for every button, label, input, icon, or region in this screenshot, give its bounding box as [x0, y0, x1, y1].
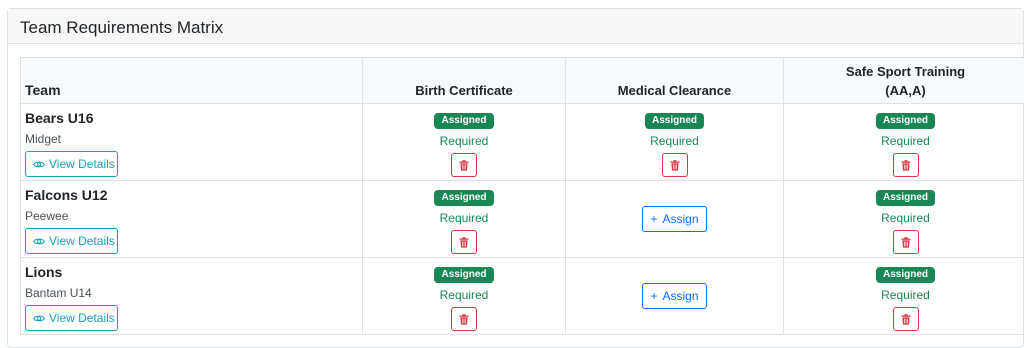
trash-icon [459, 314, 469, 325]
eye-icon [33, 237, 45, 246]
view-details-button[interactable]: View Details [25, 228, 118, 254]
requirements-card: Team Requirements Matrix Team Birth Cert… [7, 8, 1024, 348]
assigned-badge: Assigned [876, 267, 935, 283]
eye-icon [33, 160, 45, 169]
delete-requirement-button[interactable] [451, 307, 477, 331]
assigned-badge: Assigned [876, 113, 935, 129]
view-details-label: View Details [49, 311, 115, 325]
requirement-status: Required [363, 134, 565, 148]
team-division: Midget [25, 132, 362, 146]
delete-requirement-button[interactable] [662, 153, 688, 177]
delete-requirement-button[interactable] [451, 153, 477, 177]
eye-icon [33, 314, 45, 323]
birth-certificate-cell: Assigned Required [363, 104, 566, 181]
delete-requirement-button[interactable] [893, 153, 919, 177]
medical-clearance-cell: Assigned Required [566, 104, 784, 181]
view-details-label: View Details [49, 234, 115, 248]
team-division: Bantam U14 [25, 286, 362, 300]
table-header-row: Team Birth Certificate Medical Clearance… [21, 58, 1024, 104]
card-title: Team Requirements Matrix [8, 9, 1023, 44]
table-row: Falcons U12 Peewee View Details Assigned… [21, 181, 1024, 258]
requirement-status: Required [566, 134, 783, 148]
medical-clearance-cell: + Assign [566, 258, 784, 335]
team-name: Falcons U12 [25, 187, 362, 204]
view-details-button[interactable]: View Details [25, 305, 118, 331]
safe-sport-cell: Assigned Required [784, 181, 1024, 258]
column-header-safe-sport: Safe Sport Training (AA,A) [784, 58, 1024, 104]
column-header-medical-clearance: Medical Clearance [566, 58, 784, 104]
medical-clearance-cell: + Assign [566, 181, 784, 258]
trash-icon [670, 160, 680, 171]
trash-icon [901, 160, 911, 171]
column-header-team: Team [21, 58, 363, 104]
assigned-badge: Assigned [434, 190, 493, 206]
table-row: Lions Bantam U14 View Details Assigned R… [21, 258, 1024, 335]
assign-button[interactable]: + Assign [642, 283, 707, 309]
assigned-badge: Assigned [434, 267, 493, 283]
team-cell: Lions Bantam U14 View Details [21, 258, 363, 335]
safe-sport-subtitle: (AA,A) [784, 83, 1024, 98]
assign-label: Assign [662, 289, 698, 303]
safe-sport-title: Safe Sport Training [846, 64, 965, 79]
assign-label: Assign [662, 212, 698, 226]
assigned-badge: Assigned [434, 113, 493, 129]
delete-requirement-button[interactable] [893, 307, 919, 331]
birth-certificate-cell: Assigned Required [363, 181, 566, 258]
trash-icon [901, 237, 911, 248]
assign-button[interactable]: + Assign [642, 206, 707, 232]
view-details-button[interactable]: View Details [25, 151, 118, 177]
requirement-status: Required [363, 288, 565, 302]
requirement-status: Required [784, 134, 1024, 148]
requirement-status: Required [784, 211, 1024, 225]
trash-icon [459, 160, 469, 171]
delete-requirement-button[interactable] [451, 230, 477, 254]
trash-icon [901, 314, 911, 325]
safe-sport-cell: Assigned Required [784, 258, 1024, 335]
table-row: Bears U16 Midget View Details Assigned R… [21, 104, 1024, 181]
team-name: Lions [25, 264, 362, 281]
column-header-birth-certificate: Birth Certificate [363, 58, 566, 104]
safe-sport-cell: Assigned Required [784, 104, 1024, 181]
requirement-status: Required [363, 211, 565, 225]
trash-icon [459, 237, 469, 248]
requirements-table: Team Birth Certificate Medical Clearance… [20, 57, 1024, 335]
delete-requirement-button[interactable] [893, 230, 919, 254]
assigned-badge: Assigned [876, 190, 935, 206]
team-division: Peewee [25, 209, 362, 223]
team-cell: Falcons U12 Peewee View Details [21, 181, 363, 258]
plus-icon: + [650, 289, 657, 303]
view-details-label: View Details [49, 157, 115, 171]
team-cell: Bears U16 Midget View Details [21, 104, 363, 181]
team-name: Bears U16 [25, 110, 362, 127]
plus-icon: + [650, 212, 657, 226]
requirement-status: Required [784, 288, 1024, 302]
assigned-badge: Assigned [645, 113, 704, 129]
birth-certificate-cell: Assigned Required [363, 258, 566, 335]
